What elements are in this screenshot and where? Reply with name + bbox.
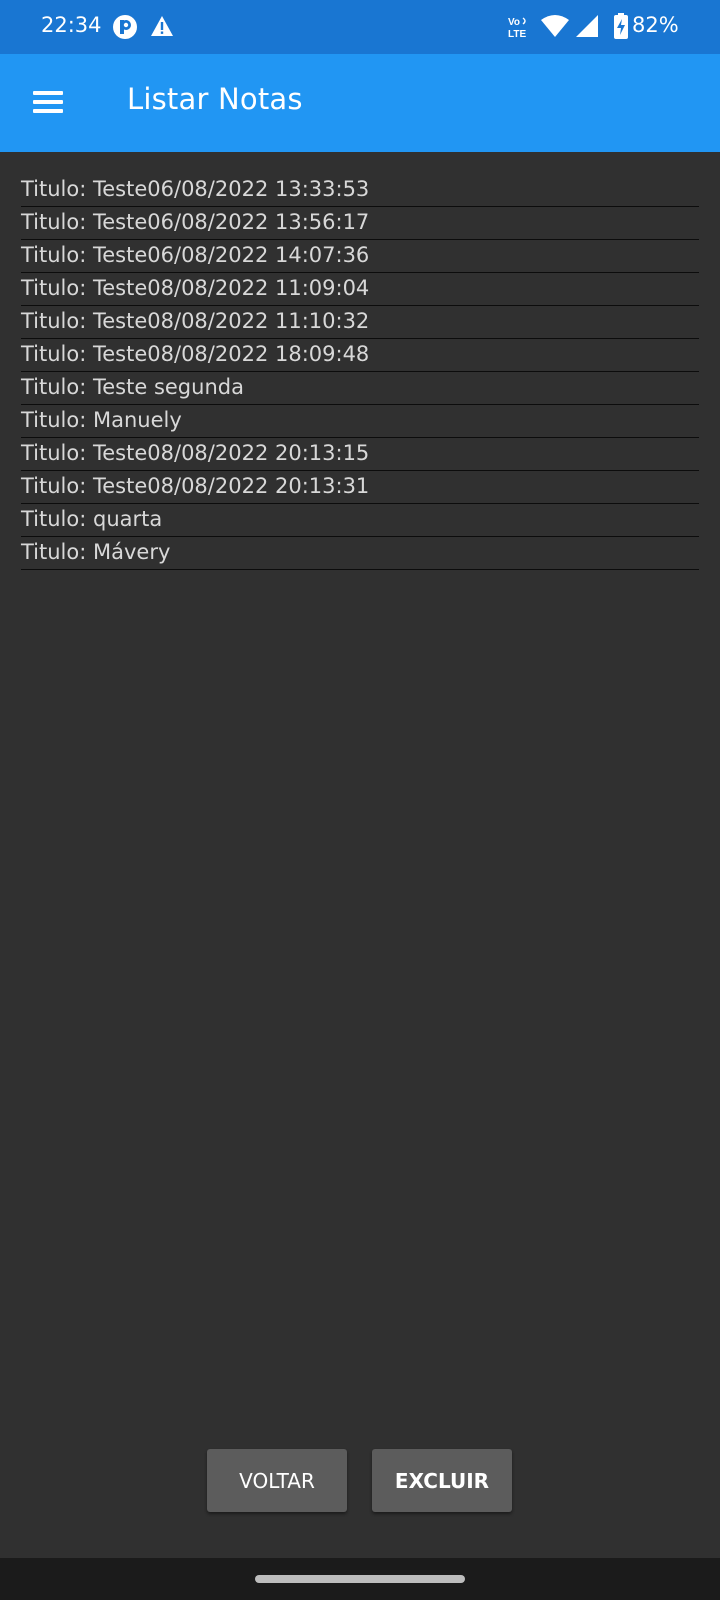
list-item[interactable]: Titulo: Teste08/08/2022 11:10:32 (21, 306, 699, 339)
list-item[interactable]: Titulo: Teste08/08/2022 18:09:48 (21, 339, 699, 372)
list-item[interactable]: Titulo: Teste06/08/2022 13:33:53 (21, 174, 699, 207)
status-bar: 22:34 Vo LTE 82% (0, 0, 720, 54)
list-item[interactable]: Titulo: Teste segunda (21, 372, 699, 405)
svg-text:Vo: Vo (508, 17, 520, 28)
wifi-icon (541, 15, 569, 37)
list-item[interactable]: Titulo: Mávery (21, 537, 699, 570)
back-button[interactable]: VOLTAR (207, 1449, 347, 1512)
list-item[interactable]: Titulo: Teste08/08/2022 11:09:04 (21, 273, 699, 306)
list-item[interactable]: Titulo: quarta (21, 504, 699, 537)
home-gesture-handle[interactable] (255, 1575, 465, 1583)
list-item[interactable]: Titulo: Teste06/08/2022 13:56:17 (21, 207, 699, 240)
navigation-bar (0, 1558, 720, 1600)
svg-text:LTE: LTE (508, 29, 526, 40)
list-item[interactable]: Titulo: Manuely (21, 405, 699, 438)
hamburger-menu-icon[interactable] (30, 86, 66, 116)
volte-icon: Vo LTE (508, 17, 526, 40)
app-bar: Listar Notas (0, 54, 720, 152)
note-list: Titulo: Teste06/08/2022 13:33:53 Titulo:… (21, 174, 699, 570)
list-item[interactable]: Titulo: Teste08/08/2022 20:13:31 (21, 471, 699, 504)
list-item[interactable]: Titulo: Teste08/08/2022 20:13:15 (21, 438, 699, 471)
battery-percentage: 82% (632, 13, 679, 37)
page-title: Listar Notas (127, 82, 303, 116)
app-notification-icon (113, 15, 137, 39)
cell-signal-icon (576, 15, 598, 37)
status-time: 22:34 (41, 13, 102, 37)
delete-button[interactable]: EXCLUIR (372, 1449, 512, 1512)
warning-icon (151, 16, 173, 36)
list-item[interactable]: Titulo: Teste06/08/2022 14:07:36 (21, 240, 699, 273)
battery-charging-icon (614, 13, 628, 39)
